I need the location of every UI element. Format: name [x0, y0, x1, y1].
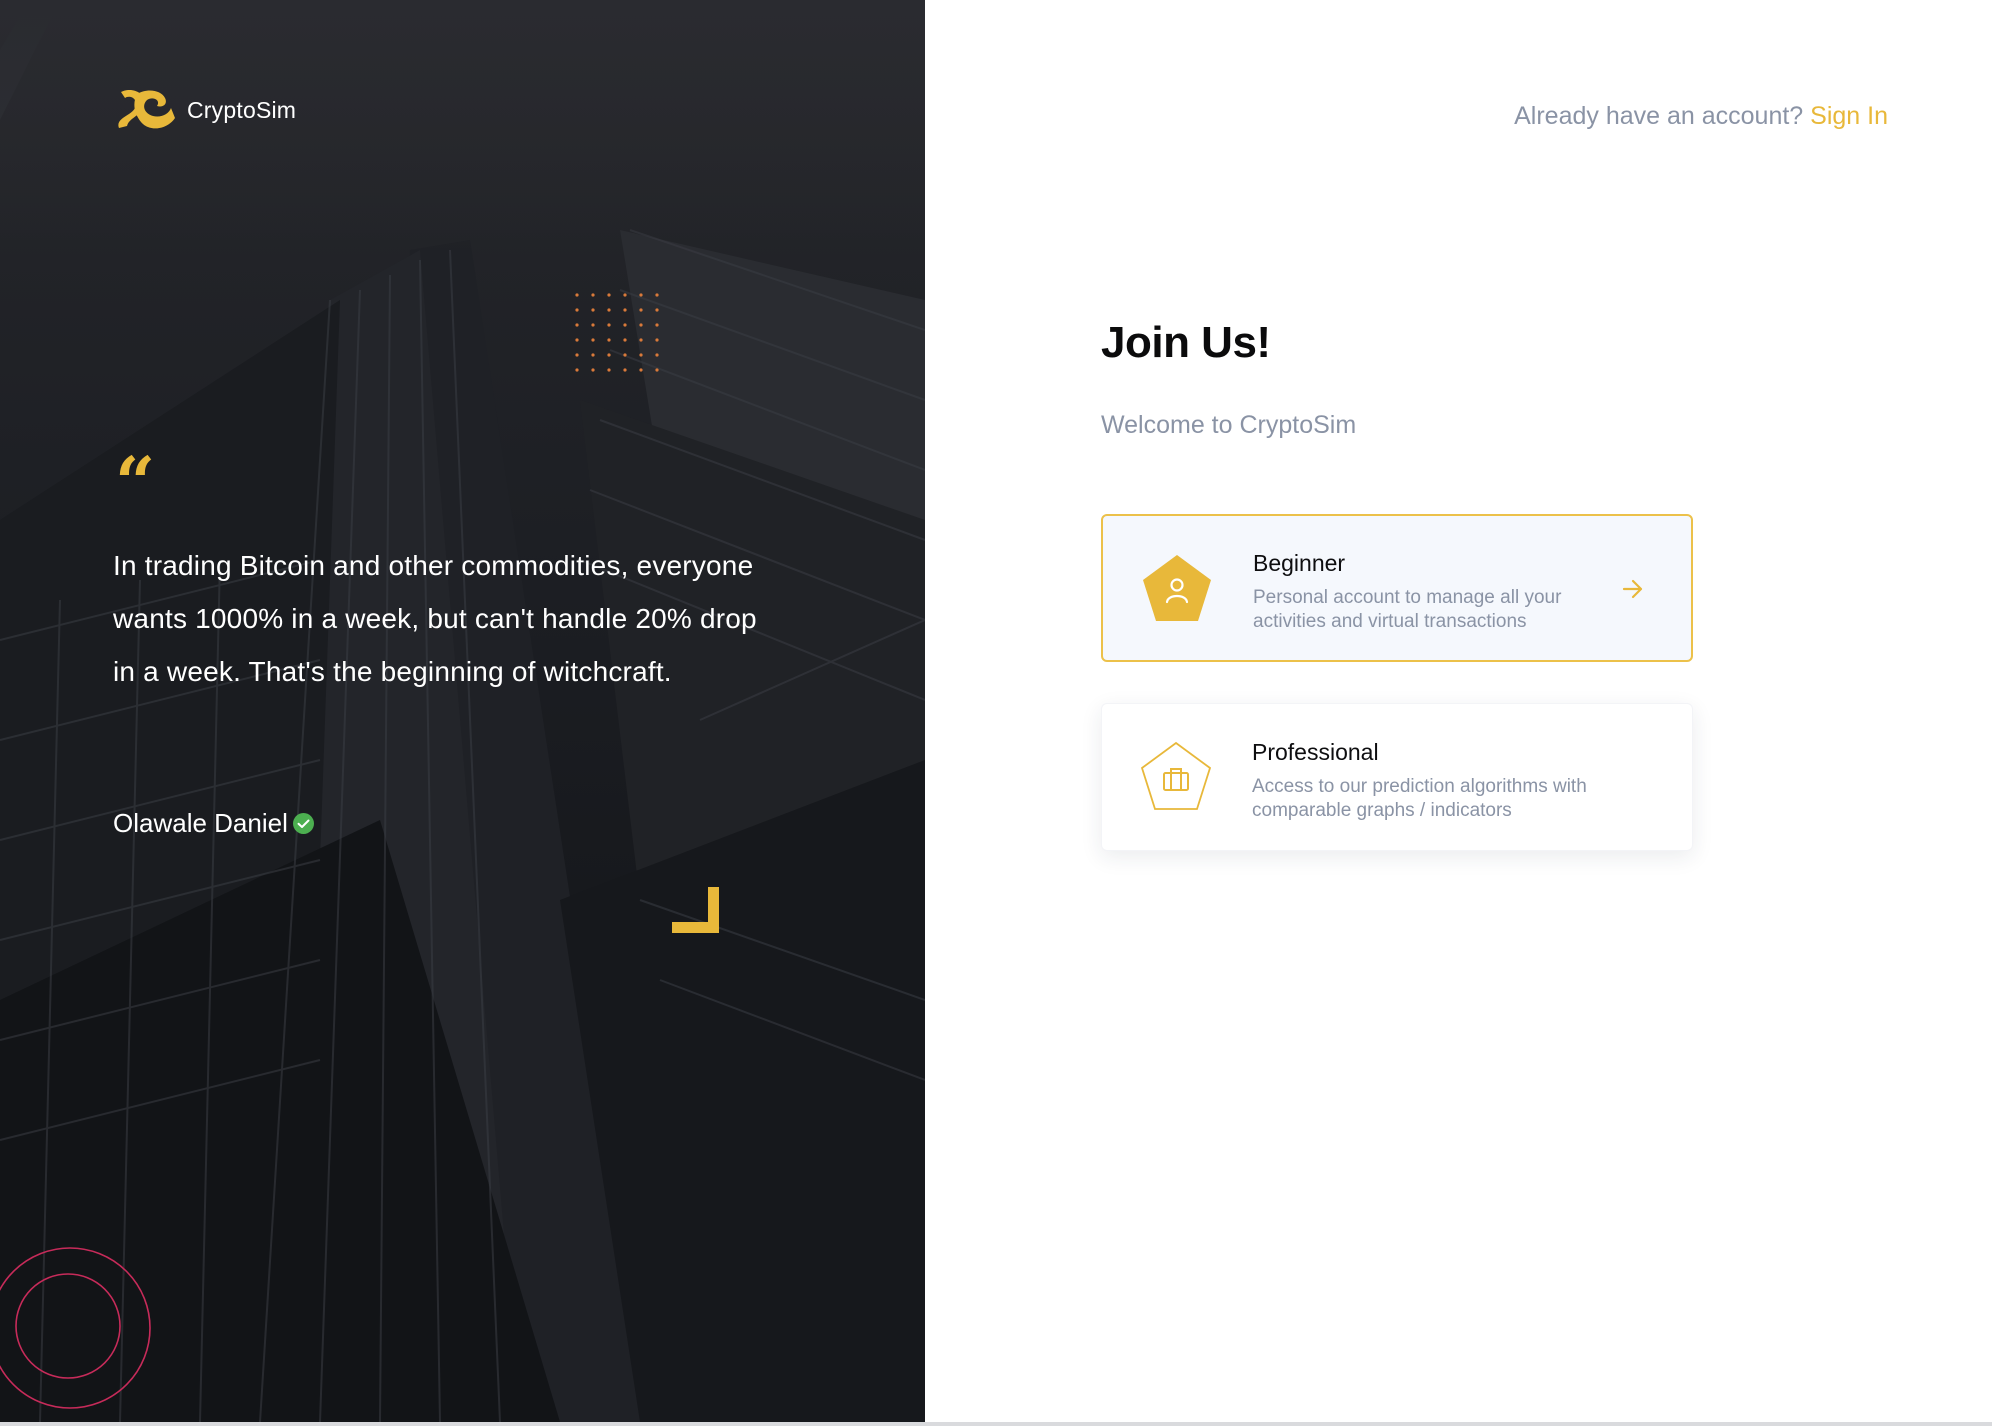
hero-panel: CryptoSim “ In trading Bitcoin and other… — [0, 0, 925, 1422]
testimonial-author: Olawale Daniel — [113, 808, 314, 839]
account-option-title: Professional — [1252, 739, 1379, 765]
signin-prompt-text: Already have an account? — [1514, 102, 1804, 130]
account-option-title: Beginner — [1253, 550, 1346, 576]
page-subtitle: Welcome to CryptoSim — [1101, 411, 1357, 439]
dot-grid-decoration — [575, 293, 659, 372]
testimonial-quote: In trading Bitcoin and other commodities… — [113, 550, 757, 687]
brand[interactable]: CryptoSim — [113, 88, 296, 132]
circle-decoration — [0, 1247, 151, 1409]
briefcase-icon — [1140, 741, 1212, 810]
signin-prompt: Already have an account? Sign In — [1514, 102, 1888, 131]
signup-panel: Already have an account? Sign In Join Us… — [925, 0, 1992, 1422]
cryptosim-logo-icon — [118, 89, 175, 129]
brand-name: CryptoSim — [187, 96, 297, 123]
page-title: Join Us! — [1101, 318, 1271, 367]
bottom-divider — [0, 1422, 1992, 1426]
corner-accent-decoration — [672, 887, 719, 933]
quote-icon: “ — [115, 441, 156, 524]
author-name: Olawale Daniel — [113, 808, 288, 838]
account-option-description: Access to our prediction algorithms with… — [1252, 776, 1587, 821]
arrow-right-icon — [1622, 579, 1643, 599]
verified-check-icon — [292, 813, 314, 834]
skyscraper-background-image — [0, 0, 925, 1422]
account-option-beginner[interactable]: Beginner Personal account to manage all … — [1101, 514, 1693, 662]
account-option-description: Personal account to manage all your acti… — [1253, 587, 1562, 632]
user-icon — [1143, 555, 1211, 621]
account-option-professional[interactable]: Professional Access to our prediction al… — [1101, 703, 1693, 851]
signin-link[interactable]: Sign In — [1810, 102, 1888, 130]
